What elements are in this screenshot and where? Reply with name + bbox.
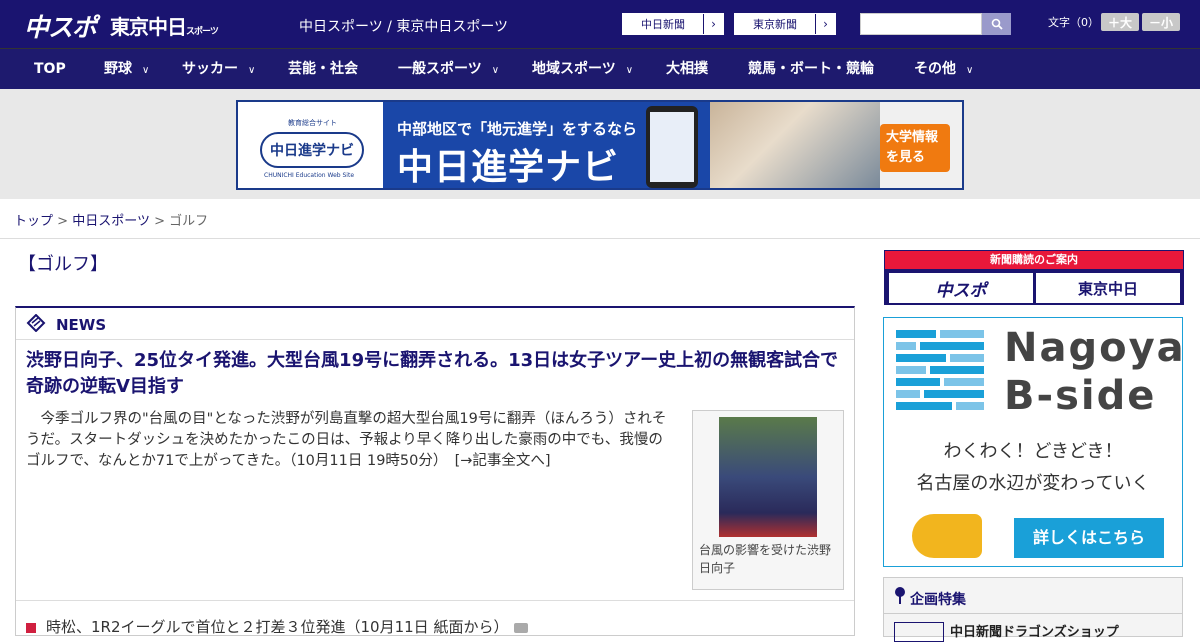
ad-copy-line2: 名古屋の水辺が変わっていく <box>916 473 1150 494</box>
subscribe-chuspo-link[interactable]: 中スポ <box>889 273 1033 303</box>
banner-copy-line1: 中部地区で「地元進学」をするなら <box>397 120 638 138</box>
font-smaller-button[interactable]: －小 <box>1142 13 1180 31</box>
chevron-down-icon: ∨ <box>625 65 634 76</box>
banner-cta-line2: を見る <box>886 150 926 165</box>
nav-local-sports[interactable]: 地域スポーツ ∨ <box>532 49 633 90</box>
divider <box>0 238 1200 239</box>
chunichi-shimbun-label: 中日新聞 <box>641 18 685 31</box>
shingaku-navi-banner[interactable]: 教育総合サイト 中日進学ナビ CHUNICHI Education Web Si… <box>236 100 964 190</box>
nav-racing[interactable]: 競馬・ボート・競輪 <box>748 49 874 90</box>
search-button[interactable] <box>982 13 1011 35</box>
tokyo-chunichi-logo[interactable]: 東京中日スポーツ <box>110 11 219 40</box>
golfer-photo <box>719 417 817 537</box>
breadcrumb-current: ゴルフ <box>169 214 209 229</box>
chevron-down-icon: ∨ <box>248 65 256 76</box>
subscribe-tokyo-link[interactable]: 東京中日 <box>1036 273 1180 303</box>
list-item[interactable]: 時松、1R2イーグルで首位と２打差３位発進（10月11日 紙面から） <box>26 616 529 637</box>
search-input[interactable] <box>860 13 982 35</box>
banner-copy-line2: 中日進学ナビ <box>397 147 620 188</box>
chevron-down-icon: ∨ <box>491 65 500 76</box>
ad-details-button[interactable]: 詳しくはこちら <box>1014 518 1164 558</box>
nav-label: 地域スポーツ <box>532 61 616 77</box>
ad-copy-line1: わくわく！どきどき！ <box>943 441 1123 462</box>
ad-title: Nagoya B-side <box>1004 324 1186 420</box>
subscription-label: 新聞購読のご案内 <box>885 251 1183 269</box>
nav-entertainment[interactable]: 芸能・社会 <box>288 49 358 90</box>
font-larger-button[interactable]: ＋大 <box>1101 13 1139 31</box>
news-panel: NEWS 渋野日向子、25位タイ発進。大型台風19号に翻弄される。13日は女子ツ… <box>15 306 855 636</box>
ad-title-line1: Nagoya <box>1004 325 1186 371</box>
bullet-icon <box>26 622 36 633</box>
breadcrumb-separator: > <box>154 214 165 229</box>
chevron-right-icon: › <box>815 14 835 34</box>
nav-label: その他 <box>914 61 956 77</box>
news-label: NEWS <box>56 316 107 334</box>
feature-thumbnail[interactable] <box>894 622 944 642</box>
photo-caption: 台風の影響を受けた渋野日向子 <box>699 543 832 575</box>
page-title: 【ゴルフ】 <box>18 254 108 275</box>
top-header: 中スポ 東京中日スポーツ 中日スポーツ / 東京中日スポーツ 中日新聞 › 東京… <box>0 0 1200 48</box>
nav-soccer[interactable]: サッカー ∨ <box>182 49 255 90</box>
list-item-text: 時松、1R2イーグルで首位と２打差３位発進（10月11日 紙面から） <box>46 618 509 636</box>
chevron-right-icon: › <box>703 14 723 34</box>
banner-copy-area: 中部地区で「地元進学」をするなら 中日進学ナビ <box>383 102 710 188</box>
smartphone-image <box>646 106 698 188</box>
breadcrumb-separator: > <box>57 214 69 229</box>
news-photo-box[interactable]: 台風の影響を受けた渋野日向子 <box>692 410 844 590</box>
ad-title-line2: B-side <box>1004 373 1157 419</box>
nav-label: 競馬・ボート・競輪 <box>748 61 874 77</box>
camera-icon <box>514 622 529 633</box>
bricks-graphic <box>896 330 984 410</box>
ad-copy: わくわく！どきどき！ 名古屋の水辺が変わっていく <box>884 436 1182 500</box>
news-lead[interactable]: 今季ゴルフ界の"台風の目"となった渋野が列島直撃の超大型台風19号に翻弄（ほんろ… <box>26 409 676 472</box>
banner-logo: 中日進学ナビ <box>260 132 364 168</box>
students-photo <box>710 102 880 188</box>
site-title: 中日スポーツ / 東京中日スポーツ <box>299 19 509 35</box>
pin-icon <box>895 587 905 604</box>
tokyo-shimbun-label: 東京新聞 <box>753 18 797 31</box>
banner-cta-line1: 大学情報 <box>886 130 939 145</box>
divider <box>884 613 1182 614</box>
breadcrumb-chunichi-sports[interactable]: 中日スポーツ <box>72 214 150 229</box>
nav-top[interactable]: TOP <box>34 49 66 90</box>
news-headline[interactable]: 渋野日向子、25位タイ発進。大型台風19号に翻弄される。13日は女子ツアー史上初… <box>26 348 846 400</box>
nav-label: サッカー <box>182 61 238 77</box>
nav-others[interactable]: その他 ∨ <box>914 49 973 90</box>
chevron-down-icon: ∨ <box>966 65 974 76</box>
nav-general-sports[interactable]: 一般スポーツ ∨ <box>398 49 499 90</box>
main-nav: TOP 野球 ∨ サッカー ∨ 芸能・社会 一般スポーツ ∨ 地域スポーツ ∨ 大相撲 … <box>0 48 1200 89</box>
chevron-down-icon: ∨ <box>142 65 150 76</box>
tokyo-logo-text: 東京中日 <box>110 15 187 39</box>
tokyo-logo-small: スポーツ <box>186 27 219 37</box>
banner-logo-sub: CHUNICHI Education Web Site <box>264 172 355 179</box>
divider <box>16 600 854 601</box>
nagoya-bside-ad[interactable]: Nagoya B-side わくわく！どきどき！ 名古屋の水辺が変わっていく 詳… <box>883 317 1186 567</box>
banner-cta-button[interactable]: 大学情報 を見る <box>880 124 950 172</box>
subscription-box: 新聞購読のご案内 中スポ 東京中日 <box>884 250 1184 305</box>
fish-mascot-icon <box>912 514 982 558</box>
nav-baseball[interactable]: 野球 ∨ <box>104 49 149 90</box>
tokyo-shimbun-link[interactable]: 東京新聞 › <box>734 13 836 35</box>
banner-site-badge: 教育総合サイト <box>288 119 337 127</box>
banner-logo-area: 教育総合サイト 中日進学ナビ CHUNICHI Education Web Si… <box>238 102 383 188</box>
chuspo-logo[interactable]: 中スポ <box>24 8 97 44</box>
chunichi-shimbun-link[interactable]: 中日新聞 › <box>622 13 724 35</box>
nav-label: 一般スポーツ <box>398 61 482 77</box>
feature-item[interactable]: 中日新聞ドラゴンズショップ <box>950 621 1119 640</box>
nav-label: 芸能・社会 <box>288 61 358 77</box>
font-size-label: 文字（0） <box>1048 16 1099 29</box>
banner-cta-area: 大学情報 を見る <box>880 102 962 188</box>
nav-label: TOP <box>34 61 66 77</box>
breadcrumb: トップ > 中日スポーツ > ゴルフ <box>14 210 208 229</box>
nav-label: 大相撲 <box>666 61 708 77</box>
feature-box: 企画特集 中日新聞ドラゴンズショップ <box>883 577 1183 642</box>
feature-label: 企画特集 <box>910 592 966 608</box>
search-icon <box>991 18 1003 30</box>
news-icon <box>26 314 46 332</box>
breadcrumb-top[interactable]: トップ <box>14 214 53 229</box>
nav-label: 野球 <box>104 61 132 77</box>
news-header: NEWS <box>16 308 854 340</box>
nav-sumo[interactable]: 大相撲 <box>666 49 708 90</box>
